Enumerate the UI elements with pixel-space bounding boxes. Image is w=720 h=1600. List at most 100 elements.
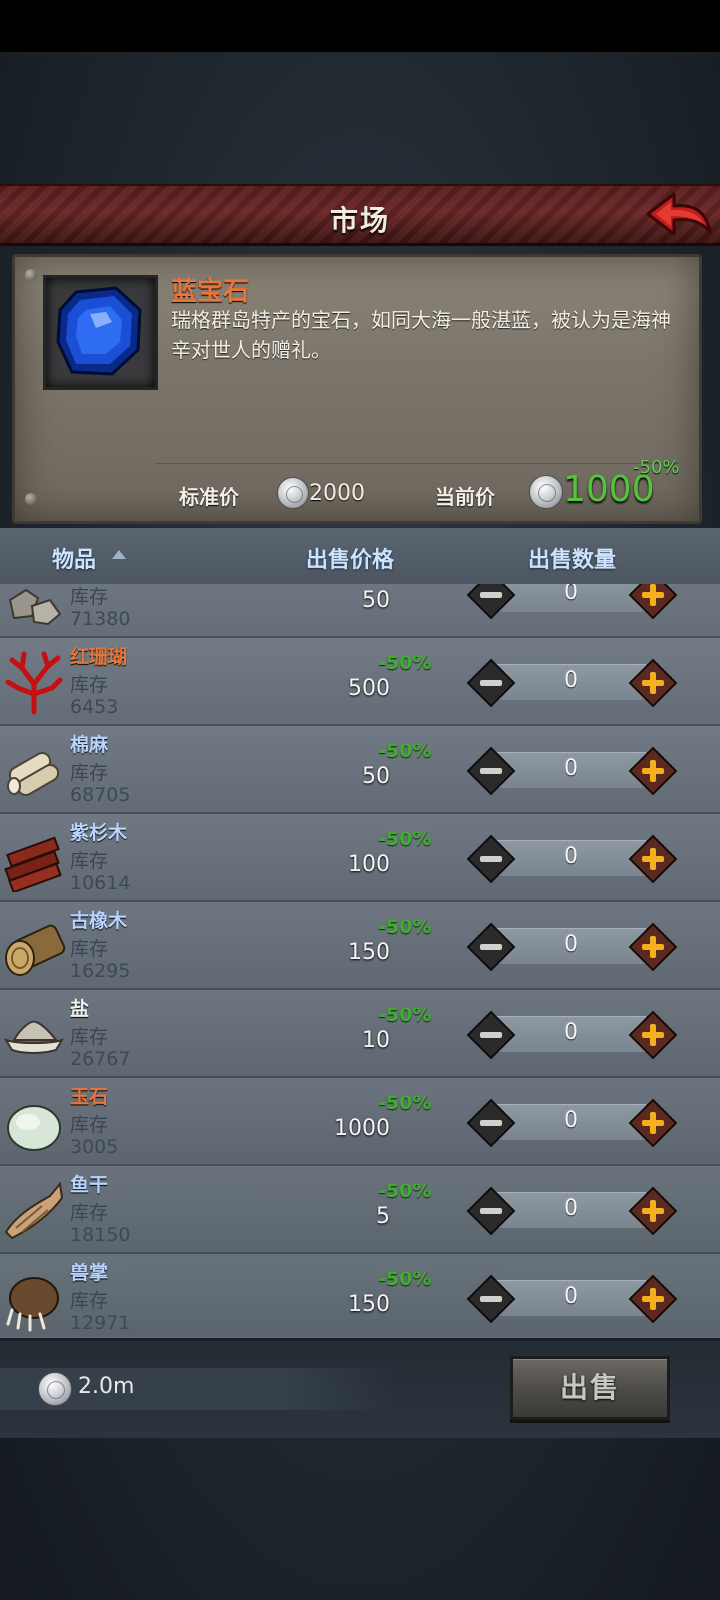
current-discount: -50% [633, 457, 680, 478]
price-discount: -50% [378, 1004, 432, 1026]
decrease-button[interactable] [466, 922, 516, 972]
stock-label: 库存 [70, 586, 109, 608]
sapphire-icon [56, 286, 142, 376]
list-item[interactable]: 库存 71380 50 0 [0, 584, 720, 638]
beast-paw-icon [6, 1277, 59, 1332]
quantity-value: 0 [564, 932, 578, 957]
sell-price: 10 [362, 1028, 390, 1053]
back-arrow-icon [646, 192, 712, 236]
item-name: 紫杉木 [70, 822, 128, 844]
increase-button[interactable] [628, 922, 678, 972]
current-price-label: 当前价 [435, 485, 495, 509]
list-header: 物品 出售价格 出售数量 [0, 528, 720, 584]
stone-icon [8, 588, 62, 626]
sell-price: 150 [348, 1292, 390, 1317]
price-discount: -50% [378, 652, 432, 674]
rivet [25, 269, 37, 281]
stock-value: 71380 [70, 608, 131, 630]
list-item[interactable]: 盐 库存 26767 -50% 10 0 [0, 990, 720, 1078]
list-item[interactable]: 兽掌 库存 12971 -50% 150 0 [0, 1254, 720, 1336]
standard-price-label: 标准价 [179, 485, 239, 509]
back-button[interactable] [644, 188, 714, 242]
dried-fish-icon [4, 1181, 64, 1240]
silver-coin-icon [38, 1372, 72, 1406]
market-list: 物品 出售价格 出售数量 库存 71380 50 0 红珊瑚 库存 6453 -… [0, 528, 720, 1338]
page-title: 市场 [329, 204, 390, 237]
list-item[interactable]: 玉石 库存 3005 -50% 1000 0 [0, 1078, 720, 1166]
divider [155, 463, 679, 464]
increase-button[interactable] [628, 584, 678, 620]
cloth-roll-icon [7, 752, 60, 796]
salt-icon [3, 1020, 65, 1054]
sell-button[interactable]: 出售 [510, 1356, 670, 1420]
decrease-button[interactable] [466, 1010, 516, 1060]
stock-label: 库存 [70, 1202, 109, 1224]
stock-value: 12971 [70, 1312, 131, 1334]
list-item[interactable]: 鱼干 库存 18150 -50% 5 0 [0, 1166, 720, 1254]
red-coral-icon [5, 651, 63, 715]
sell-price: 50 [362, 588, 390, 613]
standard-price-value: 2000 [309, 481, 365, 506]
increase-button[interactable] [628, 658, 678, 708]
quantity-value: 0 [564, 1020, 578, 1045]
stock-value: 3005 [70, 1136, 119, 1158]
increase-button[interactable] [628, 1274, 678, 1324]
increase-button[interactable] [628, 1010, 678, 1060]
item-name: 蓝宝石 [171, 277, 250, 307]
price-discount: -50% [378, 828, 432, 850]
item-name: 红珊瑚 [70, 646, 128, 668]
rivet [25, 493, 37, 505]
price-discount: -50% [378, 1092, 432, 1114]
quantity-value: 0 [564, 668, 578, 693]
column-item-header[interactable]: 物品 [52, 542, 96, 574]
sell-price: 100 [348, 852, 390, 877]
item-name: 盐 [70, 998, 90, 1020]
rows-viewport[interactable]: 库存 71380 50 0 红珊瑚 库存 6453 -50% 500 0 棉麻 … [0, 584, 720, 1336]
stock-value: 26767 [70, 1048, 131, 1070]
sort-ascending-icon[interactable] [112, 550, 126, 559]
stock-label: 库存 [70, 1114, 109, 1136]
decrease-button[interactable] [466, 584, 516, 620]
quantity-value: 0 [564, 1196, 578, 1221]
item-name: 玉石 [70, 1086, 109, 1108]
yew-wood-icon [4, 836, 62, 892]
stock-value: 10614 [70, 872, 131, 894]
stock-label: 库存 [70, 1290, 109, 1312]
list-item[interactable]: 紫杉木 库存 10614 -50% 100 0 [0, 814, 720, 902]
decrease-button[interactable] [466, 746, 516, 796]
list-item[interactable]: 棉麻 库存 68705 -50% 50 0 [0, 726, 720, 814]
sell-price: 1000 [334, 1116, 390, 1141]
decrease-button[interactable] [466, 1186, 516, 1236]
sell-price: 5 [376, 1204, 390, 1229]
stock-label: 库存 [70, 762, 109, 784]
stock-value: 18150 [70, 1224, 131, 1246]
list-item[interactable]: 红珊瑚 库存 6453 -50% 500 0 [0, 638, 720, 726]
stock-label: 库存 [70, 1026, 109, 1048]
increase-button[interactable] [628, 1098, 678, 1148]
price-discount: -50% [378, 1268, 432, 1290]
increase-button[interactable] [628, 1186, 678, 1236]
sell-price: 50 [362, 764, 390, 789]
quantity-value: 0 [564, 1284, 578, 1309]
jade-icon [7, 1105, 61, 1151]
price-discount: -50% [378, 916, 432, 938]
stock-label: 库存 [70, 938, 109, 960]
quantity-value: 0 [564, 844, 578, 869]
item-name: 棉麻 [70, 734, 109, 756]
decrease-button[interactable] [466, 1098, 516, 1148]
stock-value: 6453 [70, 696, 119, 718]
item-detail-panel: 蓝宝石 瑞格群岛特产的宝石，如同大海一般湛蓝，被认为是海神辛对世人的赠礼。 标准… [12, 254, 702, 524]
column-quantity-header: 出售数量 [528, 548, 617, 573]
price-discount: -50% [378, 740, 432, 762]
decrease-button[interactable] [466, 1274, 516, 1324]
stock-label: 库存 [70, 850, 109, 872]
decrease-button[interactable] [466, 658, 516, 708]
increase-button[interactable] [628, 834, 678, 884]
quantity-value: 0 [564, 584, 578, 605]
decrease-button[interactable] [466, 834, 516, 884]
list-item[interactable]: 古橡木 库存 16295 -50% 150 0 [0, 902, 720, 990]
quantity-value: 0 [564, 1108, 578, 1133]
increase-button[interactable] [628, 746, 678, 796]
silver-coin-icon [277, 477, 309, 509]
item-description: 瑞格群岛特产的宝石，如同大海一般湛蓝，被认为是海神辛对世人的赠礼。 [171, 308, 671, 362]
